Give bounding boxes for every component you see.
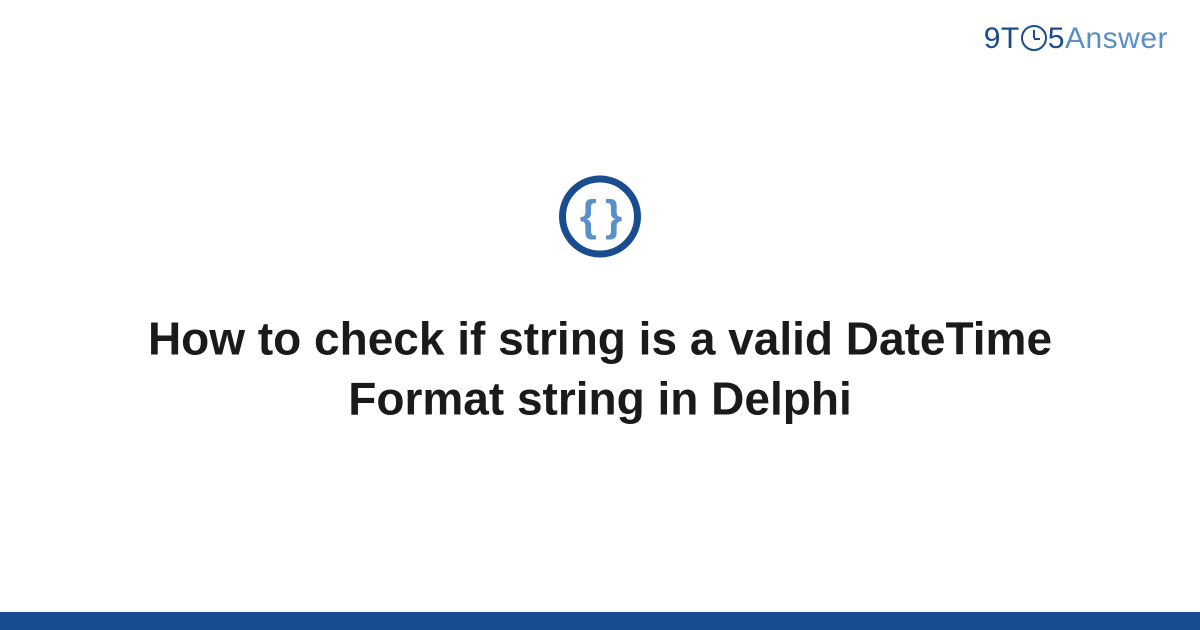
footer-bar: [0, 612, 1200, 630]
code-braces-icon: { }: [559, 176, 641, 258]
site-logo: 9T 5Answer: [984, 22, 1168, 56]
main-content: { } How to check if string is a valid Da…: [0, 176, 1200, 430]
braces-glyph: { }: [580, 192, 620, 242]
logo-text-5: 5: [1048, 22, 1065, 55]
clock-icon: [1021, 25, 1047, 51]
page-title: How to check if string is a valid DateTi…: [70, 310, 1130, 430]
logo-text-answer: Answer: [1065, 22, 1168, 55]
logo-text-9t: 9T: [984, 22, 1020, 55]
